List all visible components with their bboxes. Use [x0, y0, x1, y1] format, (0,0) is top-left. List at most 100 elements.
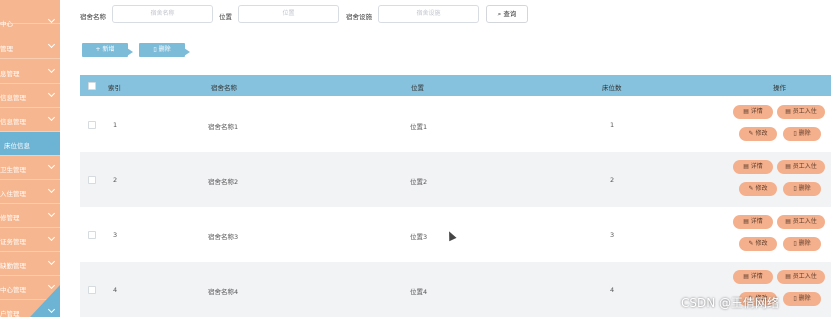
row-checkbox[interactable]: [88, 121, 96, 129]
sidebar-item-7[interactable]: 入住管理: [0, 180, 60, 204]
sidebar-item-8[interactable]: 修管理: [0, 204, 60, 228]
table-row: 1 宿舍名称1 位置1 1 ▤ 详情 ▤ 员工入住 ✎ 修改 ▯ 删除: [80, 97, 831, 152]
location-label: 位置: [219, 13, 232, 21]
row-delete-label: 删除: [798, 130, 811, 137]
trash-icon: ▯: [153, 46, 157, 53]
cell-dorm-name: 宿舍名称1: [208, 123, 239, 131]
sidebar-item-label: 修管理: [0, 214, 20, 222]
sidebar-item-6[interactable]: 卫生管理: [0, 156, 60, 180]
checkin-button[interactable]: ▤ 员工入住: [777, 215, 825, 229]
sidebar-item-3[interactable]: 信息管理: [0, 84, 60, 108]
sidebar-item-label: 床位信息: [4, 142, 30, 150]
detail-label: 详情: [750, 218, 763, 225]
checkin-button[interactable]: ▤ 员工入住: [777, 270, 825, 284]
checkin-label: 员工入住: [792, 218, 817, 225]
row-delete-label: 删除: [798, 295, 811, 302]
sidebar-item-label: 卫生管理: [0, 166, 26, 174]
select-all-checkbox[interactable]: [88, 82, 96, 90]
detail-button[interactable]: ▤ 详情: [733, 160, 773, 174]
sidebar-item-label: 中心管理: [0, 286, 26, 294]
row-checkbox[interactable]: [88, 176, 96, 184]
header-index: 索引: [108, 84, 121, 92]
chevron-down-icon: [47, 305, 56, 314]
checkin-label: 员工入住: [792, 163, 817, 170]
header-beds: 床位数: [602, 84, 622, 92]
sidebar-item-label: 信息管理: [0, 94, 26, 102]
sidebar-item-1[interactable]: 管理: [0, 35, 60, 59]
sidebar-item-label: 管理: [0, 45, 13, 53]
ribbon-tail: [127, 48, 133, 56]
chevron-down-icon: [47, 65, 56, 74]
checkin-button[interactable]: ▤ 员工入住: [777, 160, 825, 174]
cell-dorm-name: 宿舍名称2: [208, 178, 239, 186]
cell-beds: 2: [610, 176, 615, 184]
sidebar-item-label: 户管理: [0, 310, 20, 317]
cell-location: 位置1: [410, 123, 428, 131]
header-dorm-name: 宿舍名称: [211, 84, 237, 92]
row-delete-button[interactable]: ▯ 删除: [783, 292, 821, 306]
checkin-label: 员工入住: [792, 273, 817, 280]
sidebar-item-2[interactable]: 息管理: [0, 60, 60, 84]
facility-input[interactable]: 宿舍设施: [378, 5, 479, 23]
detail-button[interactable]: ▤ 详情: [733, 270, 773, 284]
cell-index: 4: [113, 286, 118, 294]
chevron-down-icon: [47, 161, 56, 170]
chevron-down-icon: [47, 15, 56, 24]
detail-button[interactable]: ▤ 详情: [733, 215, 773, 229]
watermark: CSDN @王倩网络: [681, 296, 780, 310]
location-input[interactable]: 位置: [238, 5, 339, 23]
row-delete-button[interactable]: ▯ 删除: [783, 237, 821, 251]
delete-label: 删除: [158, 46, 171, 53]
row-delete-label: 删除: [798, 185, 811, 192]
row-checkbox[interactable]: [88, 286, 96, 294]
chevron-down-icon: [47, 40, 56, 49]
sidebar: 中心 管理 息管理 信息管理 信息管理 床位信息 卫生管理 入住管理 修管理 证…: [0, 0, 60, 317]
sidebar-item-label: 缺勤管理: [0, 262, 26, 270]
plus-icon: +: [95, 46, 101, 53]
dorm-name-label: 宿舍名称: [80, 13, 106, 21]
table-header: 索引 宿舍名称 位置 床位数 操作: [80, 75, 831, 96]
edit-button[interactable]: ✎ 修改: [739, 127, 777, 141]
add-label: 新增: [102, 46, 115, 53]
add-button[interactable]: + 新增: [82, 43, 133, 57]
cell-beds: 4: [610, 286, 615, 294]
cell-dorm-name: 宿舍名称3: [208, 233, 239, 241]
chevron-down-icon: [47, 233, 56, 242]
cell-dorm-name: 宿舍名称4: [208, 288, 239, 296]
row-delete-button[interactable]: ▯ 删除: [783, 127, 821, 141]
cell-location: 位置4: [410, 288, 428, 296]
dorm-name-input[interactable]: 宿舍名称: [112, 5, 213, 23]
row-delete-label: 删除: [798, 240, 811, 247]
detail-label: 详情: [750, 273, 763, 280]
row-checkbox[interactable]: [88, 231, 96, 239]
facility-label: 宿舍设施: [346, 13, 372, 21]
chevron-down-icon: [47, 113, 56, 122]
sidebar-item-4[interactable]: 信息管理: [0, 108, 60, 132]
row-delete-button[interactable]: ▯ 删除: [783, 182, 821, 196]
sidebar-item-bed-info[interactable]: 床位信息: [0, 132, 60, 156]
sidebar-item-center[interactable]: 中心: [0, 0, 60, 28]
cell-index: 3: [113, 231, 118, 239]
sidebar-item-12[interactable]: 户管理: [0, 300, 60, 317]
detail-button[interactable]: ▤ 详情: [733, 105, 773, 119]
cell-index: 1: [113, 121, 118, 129]
edit-button[interactable]: ✎ 修改: [739, 182, 777, 196]
ribbon-tail: [184, 48, 190, 56]
sidebar-item-9[interactable]: 证务管理: [0, 228, 60, 252]
cell-index: 2: [113, 176, 118, 184]
table-row: 3 宿舍名称3 位置3 3 ▤ 详情 ▤ 员工入住 ✎ 修改 ▯ 删除: [80, 207, 831, 262]
cell-beds: 3: [610, 231, 615, 239]
sidebar-item-10[interactable]: 缺勤管理: [0, 252, 60, 276]
delete-button[interactable]: ▯ 删除: [139, 43, 190, 57]
sidebar-item-label: 息管理: [0, 70, 20, 78]
checkin-button[interactable]: ▤ 员工入住: [777, 105, 825, 119]
edit-button[interactable]: ✎ 修改: [739, 237, 777, 251]
search-icon: ⌕: [497, 10, 502, 18]
table-row: 2 宿舍名称2 位置2 2 ▤ 详情 ▤ 员工入住 ✎ 修改 ▯ 删除: [80, 152, 831, 207]
detail-label: 详情: [750, 163, 763, 170]
checkin-label: 员工入住: [792, 108, 817, 115]
query-button[interactable]: ⌕ 查询: [486, 5, 528, 23]
cell-location: 位置3: [410, 233, 428, 241]
sidebar-item-label: 证务管理: [0, 238, 26, 246]
chevron-down-icon: [47, 257, 56, 266]
